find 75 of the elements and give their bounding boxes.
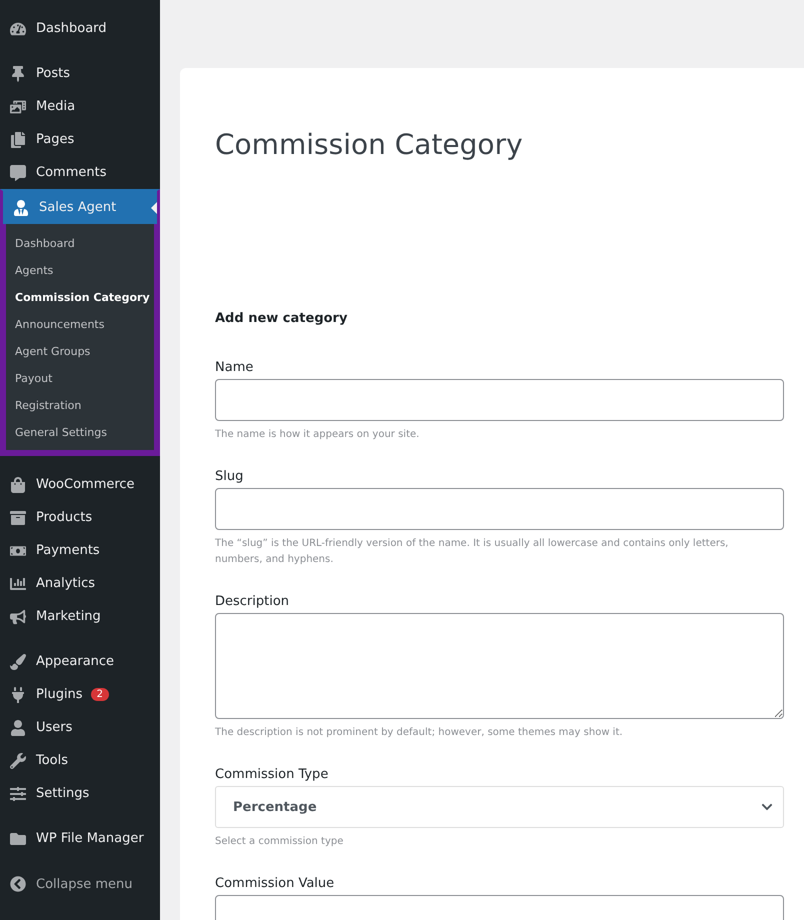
submenu-item[interactable]: Announcements [6,311,154,338]
select-field[interactable]: Percentage [215,786,784,828]
field-label: Commission Value [215,876,336,891]
menu-label: Dashboard [36,21,107,36]
wrench-icon [8,752,28,768]
menu-label: Analytics [36,576,96,591]
menu-label: Products [36,510,92,525]
field-label: Slug [215,469,244,484]
count-badge: 2 [90,688,109,701]
sliders-icon [8,786,28,802]
archive-icon [8,510,28,526]
bar-chart-icon [8,576,28,592]
pages-icon [8,132,28,148]
folder-icon [8,830,28,846]
help-text: The description is not prominent by default; however, some themes may show it. [215,726,624,740]
paintbrush-icon [8,654,28,670]
input-field[interactable] [215,488,784,530]
menu-item[interactable]: Marketing [0,600,160,633]
menu-item[interactable]: Plugins 2 [0,678,160,711]
submenu-item[interactable]: Agent Groups [6,338,154,365]
field-label: Commission Type [215,767,330,782]
submenu-item[interactable]: Registration [6,392,154,419]
input-field[interactable] [215,613,784,719]
menu-item[interactable]: Payments [0,534,160,567]
field-label: Name [215,360,254,375]
help-text: The “slug” is the URL-friendly version of the name. It is usually all lowercase and contains only letters, numbers, and hyphens. [215,537,730,567]
menu-label: Media [36,99,76,114]
section-title: Add new category [215,311,348,326]
comment-icon [8,164,28,180]
bag-icon [8,476,28,492]
menu-item[interactable]: Appearance [0,645,160,678]
menu-label: Plugins [36,687,83,702]
menu-label: Sales Agent [39,200,116,215]
menu-item[interactable]: WooCommerce [0,468,160,501]
user-icon [8,720,28,736]
menu-label: Marketing [36,609,101,624]
menu-item[interactable]: Dashboard [0,12,160,45]
menu-label: WooCommerce [36,477,135,492]
help-text: Select a commission type [215,835,344,849]
person-icon [11,200,31,216]
field-label: Description [215,594,290,609]
dashboard-icon [8,20,28,36]
submenu-item[interactable]: Dashboard [6,230,154,257]
collapse-icon [10,876,26,892]
menu-label: Comments [36,165,106,180]
menu-item[interactable]: Posts [0,57,160,90]
menu-label: Payments [36,543,100,558]
menu-item[interactable]: Media [0,90,160,123]
menu-item[interactable]: Comments [0,156,160,189]
collapse-menu-button[interactable]: Collapse menu [0,867,160,901]
submenu-item[interactable]: Payout [6,365,154,392]
page-title: Commission Category [215,128,524,161]
submenu-item[interactable]: Agents [6,257,154,284]
menu-label: Appearance [36,654,114,669]
menu-label: Posts [36,66,70,81]
megaphone-icon [8,608,28,624]
help-text: The name is how it appears on your site. [215,428,420,442]
menu-item[interactable]: Settings [0,777,160,810]
submenu-item[interactable]: General Settings [6,419,154,446]
menu-label: WP File Manager [36,831,144,846]
menu-label: Tools [36,753,68,768]
media-icon [8,98,28,114]
input-field[interactable] [215,379,784,421]
submenu-item[interactable]: Commission Category [6,284,154,311]
menu-label: Settings [36,786,90,801]
menu-item[interactable]: Pages [0,123,160,156]
menu-item[interactable]: WP File Manager [0,822,160,855]
menu-item[interactable]: Tools [0,744,160,777]
menu-label: Pages [36,132,74,147]
menu-label: Users [36,720,72,735]
menu-item[interactable]: Analytics [0,567,160,600]
menu-item[interactable]: Sales Agent [3,191,157,224]
menu-item[interactable]: Products [0,501,160,534]
chevron-icon [761,801,773,813]
menu-item[interactable]: Users [0,711,160,744]
